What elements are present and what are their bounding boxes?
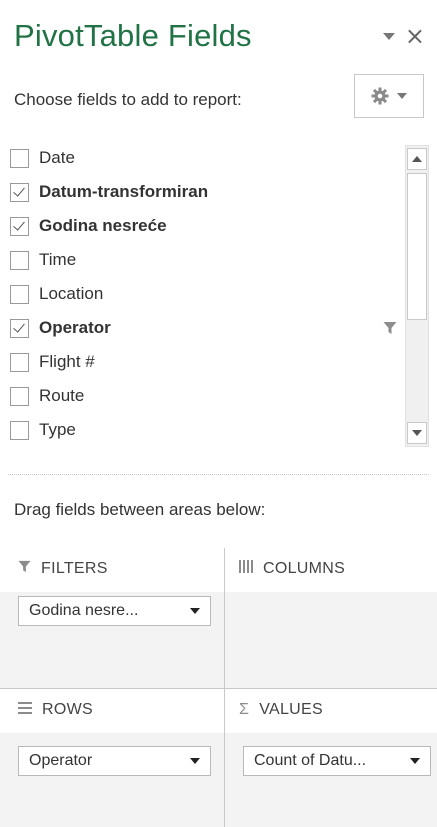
chevron-up-icon	[412, 156, 422, 162]
pill-label: Count of Datu...	[254, 752, 367, 769]
scroll-down-button[interactable]	[407, 422, 427, 444]
rows-field-pill[interactable]: Operator	[18, 746, 211, 776]
field-label: Date	[39, 148, 75, 167]
section-divider	[8, 474, 429, 475]
filters-field-pill[interactable]: Godina nesre...	[18, 596, 211, 626]
columns-drop-zone[interactable]	[225, 592, 437, 688]
field-item[interactable]: Date	[10, 143, 405, 173]
values-label: VALUES	[259, 701, 323, 718]
field-list: Date Datum-transformiran Godina nesreće …	[0, 139, 437, 454]
field-checkbox[interactable]	[10, 352, 29, 372]
filters-header: FILTERS	[18, 560, 108, 578]
field-item[interactable]: Type	[10, 415, 405, 445]
filter-icon	[18, 560, 31, 578]
field-list-scrollbar[interactable]	[405, 145, 429, 447]
pane-options-dropdown-icon[interactable]	[382, 32, 395, 40]
field-label: Route	[39, 386, 85, 405]
filters-label: FILTERS	[41, 560, 108, 577]
field-checkbox[interactable]	[10, 216, 29, 236]
chevron-down-icon	[397, 93, 407, 99]
pane-title: PivotTable Fields	[14, 18, 252, 53]
sigma-icon: Σ	[239, 701, 250, 718]
field-item[interactable]: Location	[10, 279, 405, 309]
field-label: Datum-transformiran	[39, 182, 209, 201]
rows-icon	[18, 701, 32, 719]
values-header: Σ VALUES	[239, 701, 323, 719]
field-checkbox[interactable]	[10, 318, 29, 338]
field-checkbox[interactable]	[10, 182, 29, 202]
rows-area[interactable]: ROWS Operator	[0, 689, 224, 827]
field-label: Flight #	[39, 352, 95, 371]
field-item[interactable]: Route	[10, 381, 405, 411]
values-field-pill[interactable]: Count of Datu...	[243, 746, 431, 776]
filter-applied-icon[interactable]	[383, 321, 397, 340]
gear-icon	[371, 87, 389, 105]
field-item[interactable]: Operator	[10, 313, 405, 343]
rows-label: ROWS	[42, 701, 93, 718]
chevron-down-icon	[190, 608, 200, 614]
pill-label: Operator	[29, 752, 93, 769]
field-label: Time	[39, 250, 77, 269]
tools-button[interactable]	[354, 74, 424, 118]
field-item[interactable]: Flight #	[10, 347, 405, 377]
pane-title-controls: ×	[382, 24, 425, 48]
field-checkbox[interactable]	[10, 284, 29, 304]
columns-icon	[239, 560, 253, 578]
field-checkbox[interactable]	[10, 420, 29, 440]
field-label: Operator	[39, 318, 111, 337]
filters-area[interactable]: FILTERS Godina nesre...	[0, 548, 224, 688]
chevron-down-icon	[412, 430, 422, 436]
field-label: Godina nesreće	[39, 216, 167, 235]
pill-label: Godina nesre...	[29, 602, 139, 619]
field-item[interactable]: Datum-transformiran	[10, 177, 405, 207]
field-checkbox[interactable]	[10, 148, 29, 168]
field-label: Location	[39, 284, 104, 303]
rows-header: ROWS	[18, 701, 93, 719]
chevron-down-icon	[190, 758, 200, 764]
pivot-areas: FILTERS Godina nesre... COLUMNS ROWS Ope…	[0, 548, 437, 827]
scroll-up-button[interactable]	[407, 148, 427, 170]
field-label: Type	[39, 420, 76, 439]
columns-area[interactable]: COLUMNS	[225, 548, 437, 688]
field-checkbox[interactable]	[10, 250, 29, 270]
scroll-thumb[interactable]	[407, 173, 427, 320]
choose-fields-label: Choose fields to add to report:	[14, 90, 242, 109]
chevron-down-icon	[410, 758, 420, 764]
field-item[interactable]: Time	[10, 245, 405, 275]
close-icon[interactable]: ×	[405, 24, 425, 48]
columns-header: COLUMNS	[239, 560, 345, 578]
values-area[interactable]: Σ VALUES Count of Datu...	[225, 689, 437, 827]
field-checkbox[interactable]	[10, 386, 29, 406]
columns-label: COLUMNS	[263, 560, 346, 577]
drag-fields-label: Drag fields between areas below:	[14, 500, 266, 519]
field-item[interactable]: Godina nesreće	[10, 211, 405, 241]
